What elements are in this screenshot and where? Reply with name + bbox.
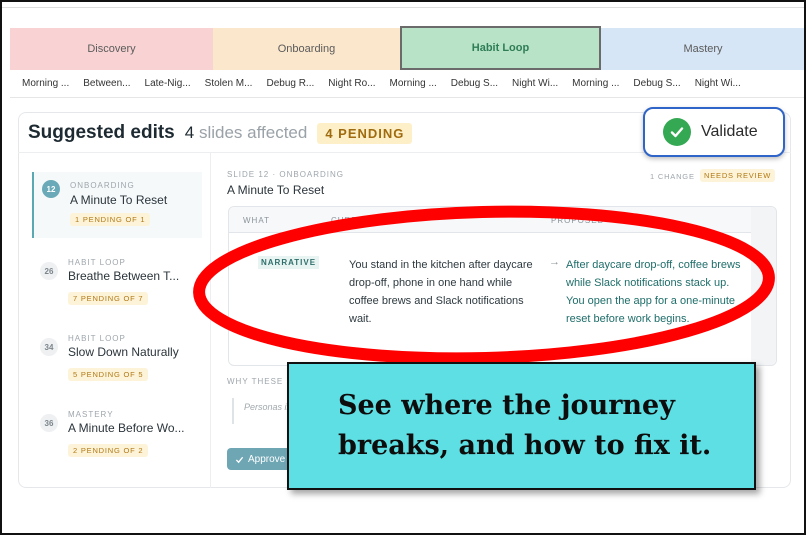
callout-box: See where the journey breaks, and how to … (287, 362, 756, 490)
change-count: 1 CHANGE (650, 172, 695, 181)
edit-name: Breathe Between T... (68, 269, 180, 283)
pending-badge: 4 PENDING (317, 122, 413, 144)
slide-number: 36 (40, 414, 58, 432)
change-type-badge: NARRATIVE (258, 256, 320, 269)
edit-item-slide-12[interactable]: 12 ONBOARDING A Minute To Reset 1 PENDIN… (32, 172, 202, 238)
slide-chip[interactable]: Morning ... (22, 78, 69, 89)
slide-chip[interactable]: Morning ... (572, 78, 619, 89)
phase-discovery[interactable]: Discovery (10, 28, 213, 70)
why-label: WHY THESE (227, 377, 284, 386)
slide-chip[interactable]: Night Ro... (328, 78, 375, 89)
arrow-right-icon: → (549, 256, 560, 268)
edit-phase: MASTERY (68, 410, 114, 419)
callout-line-1: See where the journey (338, 390, 675, 421)
edit-phase: HABIT LOOP (68, 258, 126, 267)
edit-pending: 5 PENDING OF 5 (68, 368, 149, 381)
phase-habit-loop[interactable]: Habit Loop (400, 26, 601, 70)
edit-pending: 2 PENDING OF 2 (68, 444, 149, 457)
panel-column-divider (210, 153, 211, 488)
validate-button[interactable]: Validate (643, 107, 785, 157)
slide-number: 26 (40, 262, 58, 280)
slide-chip[interactable]: Between... (83, 78, 130, 89)
edit-pending: 7 PENDING OF 7 (68, 292, 149, 305)
phase-onboarding[interactable]: Onboarding (213, 28, 400, 70)
journey-phase-band: Discovery Onboarding Habit Loop Mastery (10, 26, 804, 70)
slide-strip: Morning ... Between... Late-Nig... Stole… (10, 70, 804, 98)
slide-chip[interactable]: Debug S... (451, 78, 498, 89)
slide-number: 34 (40, 338, 58, 356)
callout-text: See where the journey breaks, and how to … (338, 386, 711, 466)
edit-name: A Minute Before Wo... (68, 421, 185, 435)
slide-chip[interactable]: Night Wi... (695, 78, 741, 89)
check-circle-icon (663, 118, 691, 146)
screenshot-frame: Discovery Onboarding Habit Loop Mastery … (0, 0, 806, 535)
callout-line-2: breaks, and how to fix it. (338, 430, 712, 461)
table-scrollbar[interactable] (751, 207, 776, 365)
edit-phase: HABIT LOOP (68, 334, 126, 343)
slide-meta: SLIDE 12 · ONBOARDING (227, 170, 345, 179)
slide-chip[interactable]: Night Wi... (512, 78, 558, 89)
affected-count: 4 (184, 123, 195, 142)
panel-heading: Suggested edits 4 slides affected 4 PEND… (28, 122, 413, 144)
current-text: You stand in the kitchen after daycare d… (349, 259, 533, 325)
table-header: WHAT CURRENTLY PROPOSED (229, 207, 776, 233)
status-badge: NEEDS REVIEW (700, 169, 776, 182)
proposed-text: After daycare drop-off, coffee brews whi… (566, 259, 741, 325)
validate-label: Validate (701, 123, 758, 140)
column-header-proposed: PROPOSED (551, 216, 605, 225)
edit-name: A Minute To Reset (70, 193, 168, 207)
column-header-what: WHAT (243, 216, 270, 225)
edit-pending: 1 PENDING OF 1 (70, 213, 151, 226)
slide-chip[interactable]: Morning ... (390, 78, 437, 89)
page-title: Suggested edits (28, 122, 175, 143)
slide-chip[interactable]: Debug S... (633, 78, 680, 89)
phase-mastery[interactable]: Mastery (601, 28, 804, 70)
affected-text: slides affected (198, 123, 308, 142)
edit-phase: ONBOARDING (70, 181, 135, 190)
column-header-currently: CURRENTLY (331, 216, 389, 225)
slide-chip[interactable]: Stolen M... (205, 78, 253, 89)
slide-title: A Minute To Reset (227, 183, 325, 197)
top-edge (2, 2, 804, 8)
approve-label: Approve (248, 453, 286, 465)
affected-summary: 4 slides affected (185, 123, 308, 143)
slide-number: 12 (42, 180, 60, 198)
slide-chip[interactable]: Late-Nig... (145, 78, 191, 89)
edit-name: Slow Down Naturally (68, 345, 179, 359)
check-icon (235, 456, 244, 463)
quote-bar (232, 398, 234, 424)
slide-chip[interactable]: Debug R... (266, 78, 314, 89)
